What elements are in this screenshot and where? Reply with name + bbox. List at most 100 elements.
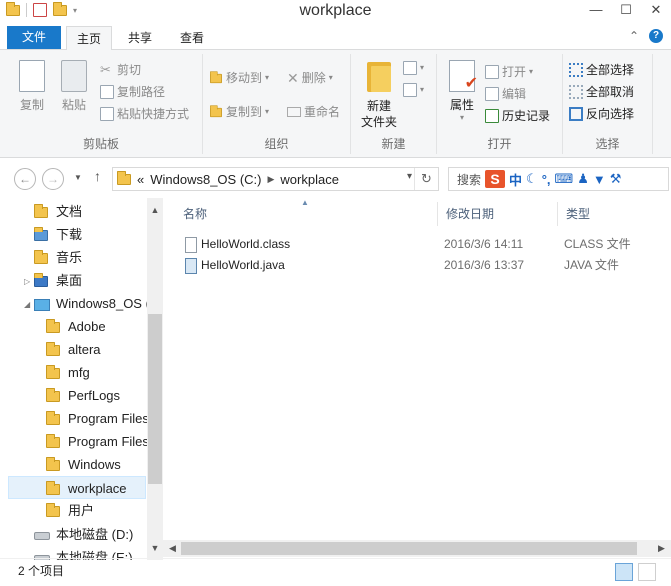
nav-item-workplace[interactable]: workplace [8, 476, 146, 499]
copy-path-button[interactable]: 复制路径 [100, 82, 165, 102]
new-folder-icon [365, 60, 393, 94]
breadcrumb-current[interactable]: workplace [280, 172, 339, 187]
group-label: 新建 [381, 137, 406, 151]
breadcrumb-drive[interactable]: Windows8_OS (C:) [150, 172, 261, 187]
punctuation-icon[interactable]: °, [542, 172, 551, 187]
address-bar-row: ← → ▼ ↑ « Windows8_OS (C:) ▶ workplace ▾… [0, 162, 671, 194]
chevron-down-icon: ▾ [420, 85, 425, 94]
invert-selection-button[interactable]: 反向选择 [569, 104, 634, 124]
new-folder-button[interactable]: 新建 文件夹 [359, 60, 399, 130]
nav-item-program-files[interactable]: Program Files [0, 407, 147, 430]
chevron-down-icon: ▼ [74, 173, 82, 182]
address-field[interactable]: « Windows8_OS (C:) ▶ workplace ▾ ↻ [112, 167, 439, 191]
nav-pane-scrollbar[interactable]: ▲ ▼ [147, 198, 163, 560]
scroll-right-icon[interactable]: ▶ [653, 540, 670, 557]
file-row[interactable]: HelloWorld.java 2016/3/6 13:37 JAVA 文件 [177, 255, 671, 276]
column-header-type[interactable]: 类型 [558, 202, 671, 226]
scroll-thumb[interactable] [181, 542, 637, 555]
chevron-down-icon: ▾ [265, 107, 270, 116]
column-header-name[interactable]: 名称 [175, 202, 438, 226]
refresh-button[interactable]: ↻ [414, 168, 438, 190]
maximize-button[interactable]: ☐ [611, 0, 641, 22]
windows-drive-icon [34, 298, 50, 311]
chevron-right-icon[interactable]: ▶ [267, 174, 274, 185]
close-button[interactable]: ✕ [641, 0, 671, 22]
copy-to-button[interactable]: 复制到 ▾ [209, 102, 269, 122]
recent-locations-button[interactable]: ▼ [74, 173, 82, 182]
delete-button[interactable]: ✕ 删除 ▾ [287, 68, 333, 88]
navigation-pane: 文档 下载 音乐 ▷ 桌面 ◢ Windows8_OS ( Adobe altera… [0, 198, 163, 560]
large-icons-view-button[interactable] [638, 563, 656, 581]
easy-access-button[interactable]: ▾ [403, 80, 424, 100]
paste-shortcut-button[interactable]: 粘贴快捷方式 [100, 104, 189, 124]
collapse-ribbon-icon[interactable]: ⌃ [629, 29, 639, 43]
history-button[interactable]: 历史记录 [485, 106, 550, 126]
back-button[interactable]: ← [14, 168, 36, 190]
column-header-modified[interactable]: 修改日期 [438, 202, 558, 226]
select-none-button[interactable]: 全部取消 [569, 82, 634, 102]
scroll-thumb[interactable] [148, 314, 162, 484]
easy-access-icon [403, 83, 417, 97]
forward-button[interactable]: → [42, 168, 64, 190]
chevron-down-icon: ▾ [459, 113, 464, 122]
help-icon[interactable]: ? [649, 29, 663, 43]
cut-button[interactable]: ✂ 剪切 [100, 60, 141, 80]
copy-path-icon [100, 85, 114, 99]
breadcrumb-overflow[interactable]: « [137, 172, 144, 187]
nav-item-program-files-x86[interactable]: Program Files [0, 430, 147, 453]
chevron-down-icon[interactable]: ◢ [24, 293, 34, 315]
rename-button[interactable]: 重命名 [287, 102, 340, 122]
wrench-icon[interactable]: ⚒ [610, 171, 622, 187]
ime-mode-toggle[interactable]: 中 [509, 170, 522, 189]
properties-icon [449, 60, 478, 93]
nav-item-windows[interactable]: Windows [0, 453, 147, 476]
select-all-button[interactable]: 全部选择 [569, 60, 634, 80]
new-item-icon [403, 61, 417, 75]
minimize-button[interactable]: — [581, 0, 611, 22]
nav-item-drive-d[interactable]: 本地磁盘 (D:) [0, 523, 147, 546]
tab-home[interactable]: 主页 [66, 26, 113, 51]
open-button[interactable]: 打开 ▾ [485, 62, 533, 82]
tab-file[interactable]: 文件 [7, 26, 61, 49]
select-group: 全部选择 全部取消 反向选择 选择 [563, 54, 653, 154]
nav-item-altera[interactable]: altera [0, 338, 147, 361]
disk-drive-icon [34, 531, 50, 540]
tab-view[interactable]: 查看 [170, 26, 214, 50]
details-view-button[interactable] [615, 563, 633, 581]
scroll-up-icon[interactable]: ▲ [147, 202, 163, 218]
scroll-down-icon[interactable]: ▼ [147, 540, 163, 556]
scissors-icon: ✂ [100, 62, 111, 77]
keyboard-icon[interactable]: ⌨ [555, 171, 574, 187]
chevron-right-icon[interactable]: ▷ [24, 270, 34, 292]
nav-item-perflogs[interactable]: PerfLogs [0, 384, 147, 407]
nav-item-music[interactable]: 音乐 [0, 246, 147, 269]
file-list-scrollbar[interactable]: ◀ ▶ [163, 540, 671, 557]
move-to-button[interactable]: 移动到 ▾ [209, 68, 269, 88]
nav-item-users[interactable]: 用户 [0, 499, 147, 522]
up-button[interactable]: ↑ [94, 168, 101, 184]
scroll-left-icon[interactable]: ◀ [164, 540, 181, 557]
clipboard-group: 复制 粘贴 ✂ 剪切 复制路径 粘贴快捷方式 剪贴板 [0, 54, 203, 154]
nav-item-downloads[interactable]: 下载 [0, 223, 147, 246]
user-icon[interactable]: ♟ [577, 171, 589, 187]
shirt-icon[interactable]: ▼ [593, 172, 606, 187]
new-item-button[interactable]: ▾ [403, 58, 424, 78]
properties-button[interactable]: 属性 ▾ [445, 60, 479, 122]
paste-button[interactable]: 粘贴 [56, 60, 92, 113]
nav-item-adobe[interactable]: Adobe [0, 315, 147, 338]
edit-button[interactable]: 编辑 [485, 84, 526, 104]
moon-icon[interactable]: ☾ [526, 171, 538, 187]
nav-item-documents[interactable]: 文档 [0, 200, 147, 223]
copy-button[interactable]: 复制 [14, 60, 50, 113]
open-icon [485, 65, 499, 79]
nav-item-drive-c[interactable]: ◢ Windows8_OS ( [0, 292, 147, 315]
search-input[interactable]: 搜索 S 中 ☾ °, ⌨ ♟ ▼ ⚒ [448, 167, 669, 191]
file-row[interactable]: HelloWorld.class 2016/3/6 14:11 CLASS 文件 [177, 234, 671, 255]
nav-item-mfg[interactable]: mfg [0, 361, 147, 384]
sogou-ime-icon[interactable]: S [485, 170, 506, 188]
tab-share[interactable]: 共享 [118, 26, 162, 50]
nav-item-desktop[interactable]: ▷ 桌面 [0, 269, 147, 292]
address-history-dropdown[interactable]: ▾ [407, 171, 412, 182]
delete-icon: ✕ [287, 70, 299, 86]
folder-icon [46, 342, 60, 357]
